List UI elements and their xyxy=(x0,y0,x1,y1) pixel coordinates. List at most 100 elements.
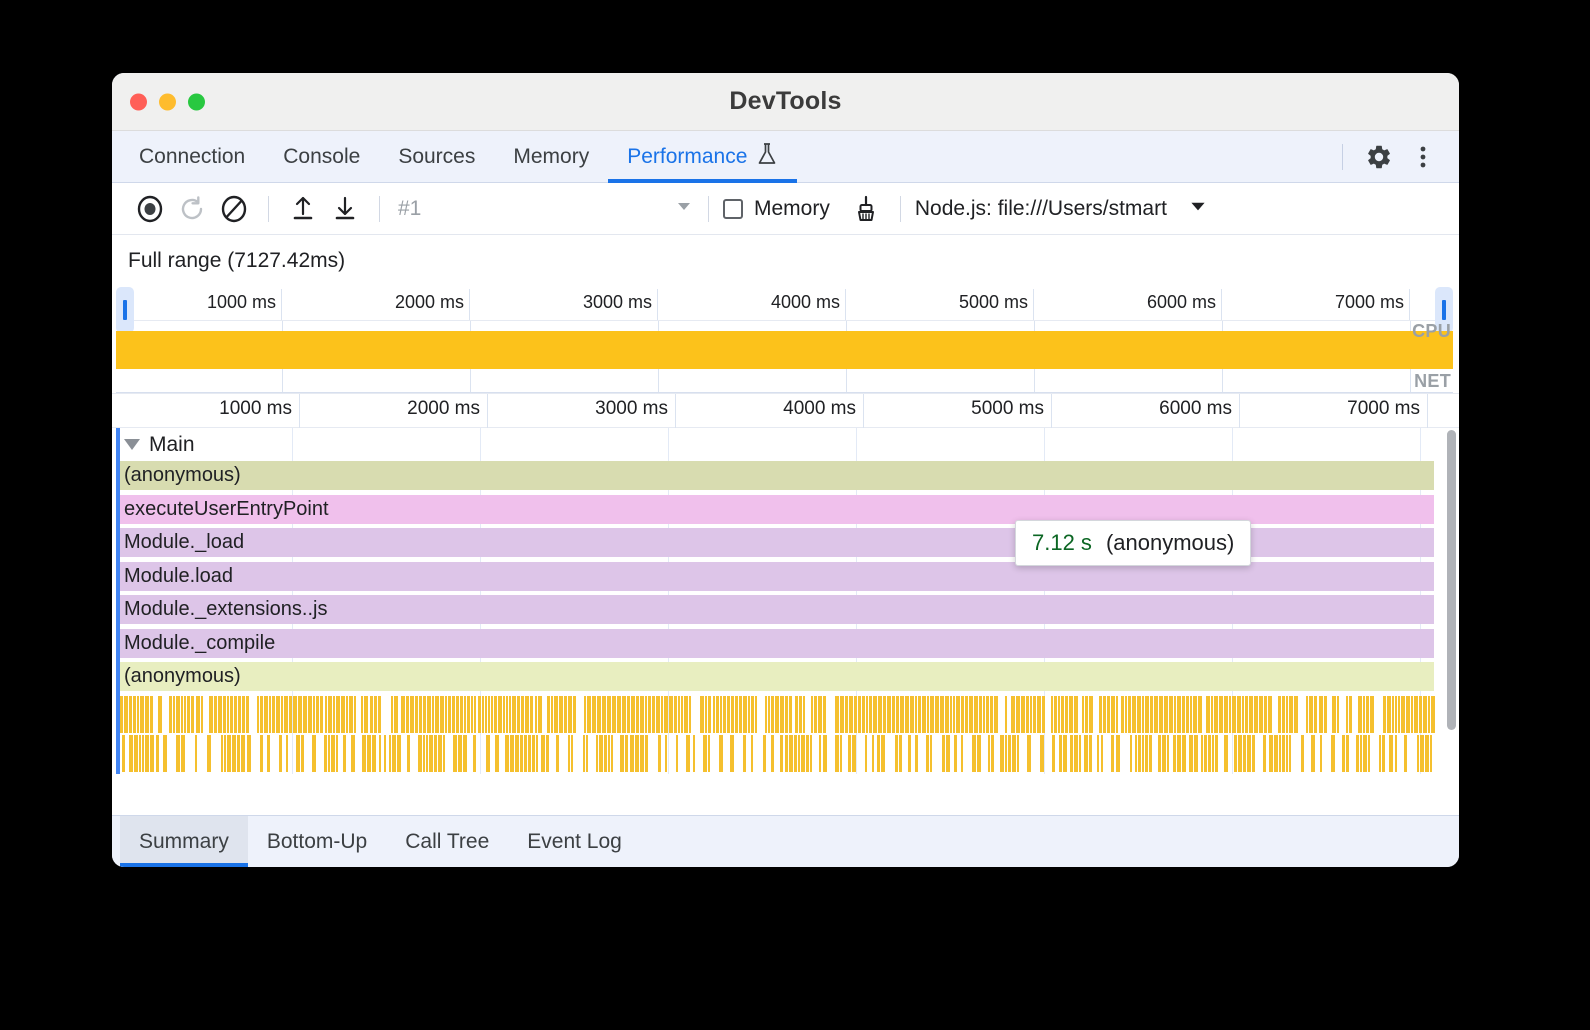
flame-micro-bar[interactable] xyxy=(1368,735,1370,772)
flame-micro-bar[interactable] xyxy=(887,696,891,733)
flame-micro-bar[interactable] xyxy=(953,696,955,733)
flame-micro-bar[interactable] xyxy=(1363,735,1367,772)
flame-micro-bar[interactable] xyxy=(293,696,297,733)
flame-micro-bar[interactable] xyxy=(700,696,704,733)
flame-micro-bar[interactable] xyxy=(1162,735,1166,772)
flame-micro-bar[interactable] xyxy=(473,735,476,772)
flame-micro-bar[interactable] xyxy=(1059,735,1062,772)
flame-micro-bar[interactable] xyxy=(743,696,747,733)
flame-micro-bar[interactable] xyxy=(892,696,895,733)
flame-micro-bar[interactable] xyxy=(419,696,422,733)
flame-micro-bar[interactable] xyxy=(1198,696,1202,733)
flame-micro-bar[interactable] xyxy=(979,696,982,733)
flame-micro-bar[interactable] xyxy=(538,696,542,733)
flame-micro-bar[interactable] xyxy=(257,696,259,733)
flame-micro-bar[interactable] xyxy=(464,696,466,733)
flame-micro-bar[interactable] xyxy=(1346,735,1349,772)
tab-sources[interactable]: Sources xyxy=(379,131,494,182)
flame-micro-bar[interactable] xyxy=(247,735,251,772)
flame-micro-bar[interactable] xyxy=(1150,696,1153,733)
flame-micro-bar[interactable] xyxy=(1082,696,1084,733)
flame-micro-bar[interactable] xyxy=(991,735,994,772)
flame-micro-bar[interactable] xyxy=(1360,735,1362,772)
flame-micro-bar[interactable] xyxy=(946,735,950,772)
flame-micro-bar[interactable] xyxy=(1074,696,1078,733)
flame-micro-bar[interactable] xyxy=(840,696,844,733)
flame-micro-bar[interactable] xyxy=(276,696,280,733)
flame-micro-bar[interactable] xyxy=(316,696,319,733)
flame-micro-bar[interactable] xyxy=(279,735,282,772)
flame-bar[interactable]: (anonymous) xyxy=(117,662,1434,691)
flame-micro-bar[interactable] xyxy=(771,735,774,772)
flame-micro-bar[interactable] xyxy=(1033,696,1036,733)
flame-micro-bar[interactable] xyxy=(528,735,531,772)
flame-micro-bar[interactable] xyxy=(896,696,899,733)
flame-micro-bar[interactable] xyxy=(361,696,363,733)
flame-micro-bar[interactable] xyxy=(406,696,409,733)
target-selector[interactable]: Node.js: file:///Users/stmart xyxy=(915,195,1209,222)
flame-micro-bar[interactable] xyxy=(1111,696,1115,733)
tab-console[interactable]: Console xyxy=(264,131,379,182)
flame-micro-bar[interactable] xyxy=(785,696,788,733)
flame-micro-bar[interactable] xyxy=(678,696,680,733)
flame-micro-bar[interactable] xyxy=(133,696,136,733)
flame-micro-bar[interactable] xyxy=(1406,696,1410,733)
flame-micro-bar[interactable] xyxy=(852,735,856,772)
flame-micro-bar[interactable] xyxy=(372,735,376,772)
flame-micro-bar[interactable] xyxy=(150,735,154,772)
flame-micro-bar[interactable] xyxy=(559,696,563,733)
flame-micro-bar[interactable] xyxy=(1219,696,1223,733)
flame-micro-bar[interactable] xyxy=(596,735,598,772)
flame-micro-bar[interactable] xyxy=(272,696,275,733)
flame-micro-bar[interactable] xyxy=(463,735,467,772)
flame-micro-bar[interactable] xyxy=(445,696,447,733)
flame-micro-bar[interactable] xyxy=(1101,735,1103,772)
recording-selector[interactable]: #1 xyxy=(394,196,694,221)
flame-micro-bar[interactable] xyxy=(242,696,245,733)
flame-micro-bar[interactable] xyxy=(1084,735,1088,772)
flame-micro-bar[interactable] xyxy=(620,735,624,772)
flame-dense-bars[interactable] xyxy=(117,696,1434,733)
flame-micro-bar[interactable] xyxy=(521,696,524,733)
flame-micro-bar[interactable] xyxy=(640,735,644,772)
flame-micro-bar[interactable] xyxy=(122,735,125,772)
flame-micro-bar[interactable] xyxy=(765,696,767,733)
flame-micro-bar[interactable] xyxy=(988,735,990,772)
flame-micro-bar[interactable] xyxy=(1182,735,1186,772)
flame-micro-bar[interactable] xyxy=(950,696,952,733)
flame-micro-bar[interactable] xyxy=(301,735,304,772)
flame-micro-bar[interactable] xyxy=(230,696,233,733)
flame-micro-bar[interactable] xyxy=(611,735,613,772)
flame-micro-bar[interactable] xyxy=(325,696,327,733)
flame-micro-bar[interactable] xyxy=(1040,735,1044,772)
flame-micro-bar[interactable] xyxy=(602,696,606,733)
flame-micro-bar[interactable] xyxy=(286,735,288,772)
flame-micro-bar[interactable] xyxy=(965,696,968,733)
flame-micro-bar[interactable] xyxy=(1395,696,1397,733)
flame-micro-bar[interactable] xyxy=(1337,696,1339,733)
flame-micro-bar[interactable] xyxy=(631,696,635,733)
flame-micro-bar[interactable] xyxy=(1079,735,1081,772)
flame-micro-bar[interactable] xyxy=(586,735,588,772)
flame-micro-bar[interactable] xyxy=(546,735,549,772)
flame-micro-bar[interactable] xyxy=(684,696,688,733)
flame-micro-bar[interactable] xyxy=(1215,735,1218,772)
record-circle-icon[interactable] xyxy=(130,189,170,229)
flame-micro-bar[interactable] xyxy=(1008,735,1011,772)
flame-micro-bar[interactable] xyxy=(1229,696,1231,733)
flame-micro-bar[interactable] xyxy=(686,735,690,772)
flame-micro-bar[interactable] xyxy=(1268,696,1272,733)
flame-micro-bar[interactable] xyxy=(922,696,926,733)
flame-micro-bar[interactable] xyxy=(635,735,639,772)
tab-call-tree[interactable]: Call Tree xyxy=(386,816,508,867)
flame-micro-bar[interactable] xyxy=(1395,735,1397,772)
flame-micro-bar[interactable] xyxy=(435,696,439,733)
flame-micro-bar[interactable] xyxy=(207,735,211,772)
flame-micro-bar[interactable] xyxy=(139,735,141,772)
flame-micro-bar[interactable] xyxy=(284,696,288,733)
flame-micro-bar[interactable] xyxy=(1052,735,1055,772)
flame-micro-bar[interactable] xyxy=(1089,696,1093,733)
flame-micro-bar[interactable] xyxy=(362,735,366,772)
flame-micro-bar[interactable] xyxy=(1167,735,1169,772)
flame-micro-bar[interactable] xyxy=(568,696,572,733)
